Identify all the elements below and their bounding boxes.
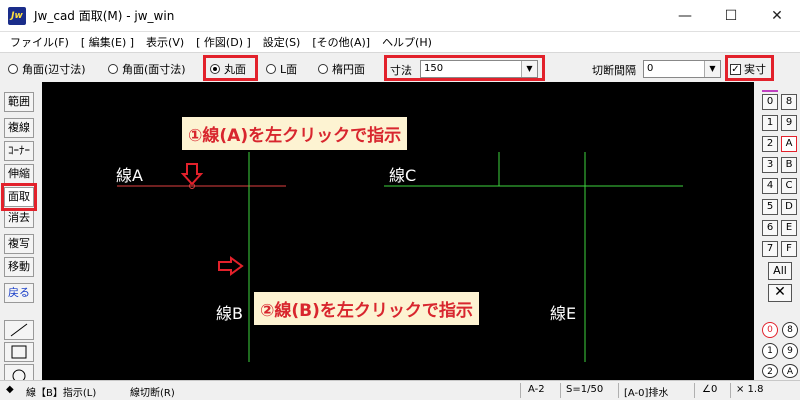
cut-interval-label: 切断間隔: [592, 64, 636, 77]
checkmark-icon: ✓: [730, 63, 741, 75]
chevron-down-icon[interactable]: ▼: [521, 61, 537, 77]
left-toolbox: 範囲 複線 ｺｰﾅｰ 伸縮 面取 消去 複写 移動 戻る: [0, 82, 38, 383]
status-separator: [520, 383, 521, 398]
tool-erase-button[interactable]: 消去: [4, 208, 34, 228]
layer-e-button[interactable]: E: [781, 220, 797, 236]
minimize-button[interactable]: —: [662, 0, 708, 32]
menu-view[interactable]: 表示(V): [140, 34, 190, 50]
draw-circle-icon[interactable]: [4, 364, 34, 383]
radio-marumen[interactable]: 丸面: [210, 61, 246, 77]
dimension-label: 寸法: [390, 64, 412, 77]
radio-kakumen-face[interactable]: 角面(面寸法): [108, 61, 186, 77]
line-a-label: 線A: [116, 166, 143, 185]
window-title: Jw_cad 面取(M) - jw_win: [34, 9, 175, 23]
arrow-down-icon: [180, 163, 204, 186]
radio-daenmen[interactable]: 楕円面: [318, 61, 365, 77]
menu-help[interactable]: ヘルプ(H): [376, 34, 438, 50]
radio-dot-icon: [318, 64, 328, 74]
line-c-label: 線C: [389, 166, 417, 185]
chevron-down-icon[interactable]: ▼: [704, 61, 720, 77]
status-separator: [560, 383, 561, 398]
status-separator: [730, 383, 731, 398]
instruction-callout-2: ②線(B)を左クリックで指示: [254, 292, 479, 325]
tool-range-button[interactable]: 範囲: [4, 92, 34, 112]
actual-size-checkbox[interactable]: ✓ 実寸: [730, 61, 766, 77]
menu-bar: ファイル(F) [ 編集(E) ] 表示(V) [ 作図(D) ] 設定(S) …: [0, 32, 800, 52]
status-scale[interactable]: S=1/50: [566, 384, 603, 395]
status-instruction: 線【B】指示(L): [26, 388, 97, 399]
layer-a-button[interactable]: A: [781, 136, 797, 152]
layer-6-button[interactable]: 6: [762, 220, 778, 236]
menu-draw[interactable]: [ 作図(D) ]: [190, 34, 257, 50]
instruction-callout-1: ①線(A)を左クリックで指示: [182, 117, 408, 150]
status-separator: [694, 383, 695, 398]
status-hint: 線切断(R): [130, 388, 175, 399]
radio-dot-icon: [210, 64, 220, 74]
line-e-label: 線E: [550, 304, 577, 323]
layer-d-button[interactable]: D: [781, 199, 797, 215]
layer-4-button[interactable]: 4: [762, 178, 778, 194]
radio-dot-icon: [8, 64, 18, 74]
draw-line-icon[interactable]: [4, 320, 34, 340]
radio-kakumen-side[interactable]: 角面(辺寸法): [8, 61, 86, 77]
radio-dot-icon: [108, 64, 118, 74]
tool-undo-button[interactable]: 戻る: [4, 283, 34, 303]
arrow-right-icon: [218, 256, 244, 276]
status-angle[interactable]: ∠0: [702, 384, 717, 395]
menu-file[interactable]: ファイル(F): [4, 34, 75, 50]
status-bar: ◆ 線【B】指示(L) 線切断(R) A-2 S=1/50 [A-0]排水 ∠0…: [0, 380, 800, 400]
tool-chamfer-button[interactable]: 面取: [4, 187, 34, 207]
cut-interval-select[interactable]: 0 ▼: [643, 60, 721, 78]
layer-group-8-button[interactable]: 8: [782, 322, 798, 338]
layer-group-2-button[interactable]: 2: [762, 364, 778, 378]
layer-f-button[interactable]: F: [781, 241, 797, 257]
status-zoom[interactable]: × 1.8: [736, 384, 763, 395]
line-b-label: 線B: [216, 304, 243, 323]
layer-close-icon[interactable]: ✕: [768, 284, 792, 302]
tool-corner-button[interactable]: ｺｰﾅｰ: [4, 141, 34, 161]
menu-edit[interactable]: [ 編集(E) ]: [75, 34, 140, 50]
layer-all-button[interactable]: All: [768, 262, 792, 280]
tool-copy-button[interactable]: 複写: [4, 234, 34, 254]
draw-rectangle-icon[interactable]: [4, 342, 34, 362]
layer-group-a-button[interactable]: A: [782, 364, 798, 378]
layer-1-button[interactable]: 1: [762, 115, 778, 131]
layer-3-button[interactable]: 3: [762, 157, 778, 173]
layer-c-button[interactable]: C: [781, 178, 797, 194]
title-bar: Jw Jw_cad 面取(M) - jw_win — ☐ ✕: [0, 0, 800, 32]
layer-group-9-button[interactable]: 9: [782, 343, 798, 359]
jwcad-app-icon[interactable]: Jw: [8, 6, 26, 25]
tool-offset-button[interactable]: 複線: [4, 118, 34, 138]
layer-9-button[interactable]: 9: [781, 115, 797, 131]
status-mark-icon: ◆: [6, 384, 14, 395]
radio-dot-icon: [266, 64, 276, 74]
menu-other[interactable]: [その他(A)]: [306, 34, 376, 50]
layer-b-button[interactable]: B: [781, 157, 797, 173]
layer-5-button[interactable]: 5: [762, 199, 778, 215]
layer-7-button[interactable]: 7: [762, 241, 778, 257]
layer-2-button[interactable]: 2: [762, 136, 778, 152]
layer-group-0-button[interactable]: 0: [762, 322, 778, 338]
layer-panel: 0 1 2 3 4 5 6 7 8 9 A B C D E F All ✕ 0 …: [758, 82, 800, 380]
maximize-button[interactable]: ☐: [708, 0, 754, 32]
layer-8-button[interactable]: 8: [781, 94, 797, 110]
layer-0-button[interactable]: 0: [762, 94, 778, 110]
status-separator: [618, 383, 619, 398]
close-button[interactable]: ✕: [754, 0, 800, 32]
menu-settings[interactable]: 設定(S): [257, 34, 307, 50]
status-linetype[interactable]: [A-0]排水: [624, 384, 668, 399]
active-layer-indicator: [762, 90, 778, 92]
drawing-canvas[interactable]: 線A 線B 線C 線E ①線(A)を左クリックで指示 ②線(B)を左クリックで指…: [42, 82, 754, 380]
tool-extend-button[interactable]: 伸縮: [4, 164, 34, 184]
dimension-select[interactable]: 150 ▼: [420, 60, 538, 78]
status-layer[interactable]: A-2: [528, 384, 545, 395]
layer-group-1-button[interactable]: 1: [762, 343, 778, 359]
chamfer-toolbar: 角面(辺寸法) 角面(面寸法) 丸面 L面 楕円面 寸法 150 ▼ 切断間隔 …: [0, 52, 800, 82]
tool-move-button[interactable]: 移動: [4, 257, 34, 277]
radio-lmen[interactable]: L面: [266, 61, 297, 77]
